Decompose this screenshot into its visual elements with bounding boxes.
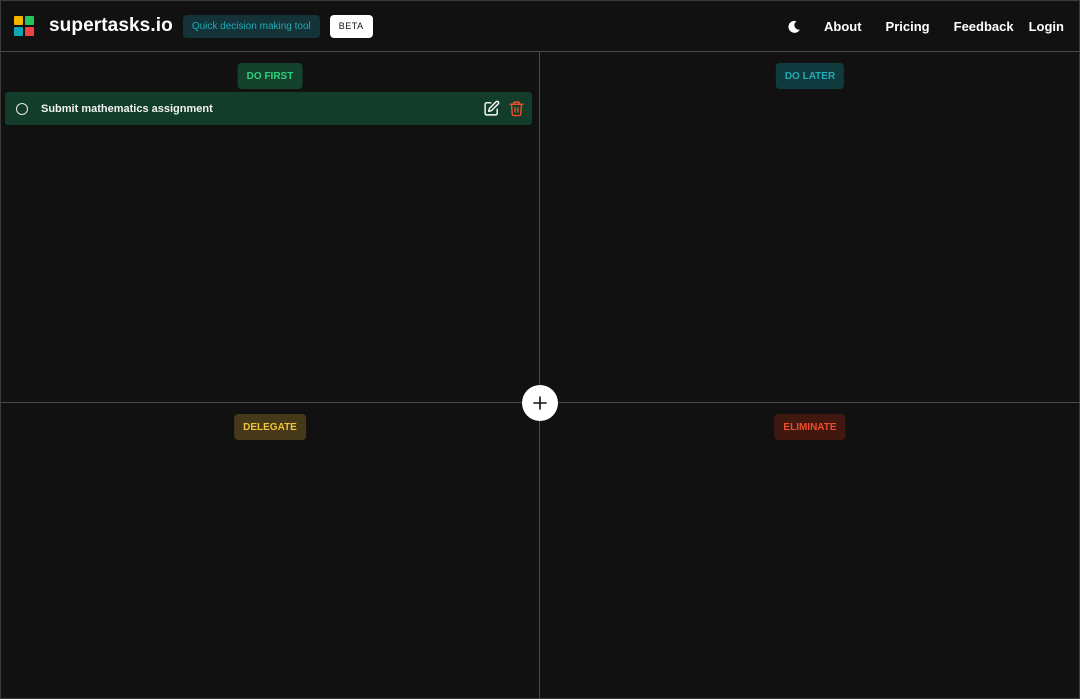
task-item[interactable]: Submit mathematics assignment bbox=[5, 92, 532, 125]
app-page: supertasks.io Quick decision making tool… bbox=[0, 0, 1080, 699]
plus-icon bbox=[533, 396, 547, 410]
label-delegate: DELEGATE bbox=[234, 414, 306, 440]
add-task-button[interactable] bbox=[522, 385, 558, 421]
task-text: Submit mathematics assignment bbox=[41, 102, 213, 115]
nav-bar: About Pricing Feedback Login bbox=[787, 1, 1064, 52]
tagline-badge: Quick decision making tool bbox=[182, 14, 320, 38]
quadrant-do-later[interactable]: DO LATER bbox=[540, 52, 1080, 403]
label-do-later: DO LATER bbox=[775, 63, 845, 89]
nav-pricing[interactable]: Pricing bbox=[886, 19, 930, 34]
nav-about[interactable]: About bbox=[824, 19, 862, 34]
quadrant-do-first[interactable]: DO FIRST Submit mathematics assignment bbox=[1, 52, 539, 403]
logo-icon bbox=[14, 16, 34, 36]
quadrant-eliminate[interactable]: ELIMINATE bbox=[540, 403, 1080, 699]
label-eliminate: ELIMINATE bbox=[774, 414, 846, 440]
brand-name[interactable]: supertasks.io bbox=[49, 15, 173, 37]
beta-badge: BETA bbox=[329, 14, 373, 38]
task-actions bbox=[483, 100, 525, 117]
trash-icon[interactable] bbox=[508, 100, 525, 117]
nav-feedback[interactable]: Feedback bbox=[954, 19, 1014, 34]
quadrant-delegate[interactable]: DELEGATE bbox=[1, 403, 539, 699]
label-do-first: DO FIRST bbox=[237, 63, 303, 89]
edit-icon[interactable] bbox=[483, 100, 500, 117]
top-bar: supertasks.io Quick decision making tool… bbox=[1, 1, 1079, 52]
moon-icon[interactable] bbox=[787, 20, 801, 34]
nav-login[interactable]: Login bbox=[1029, 19, 1064, 34]
task-complete-radio[interactable] bbox=[16, 102, 28, 115]
